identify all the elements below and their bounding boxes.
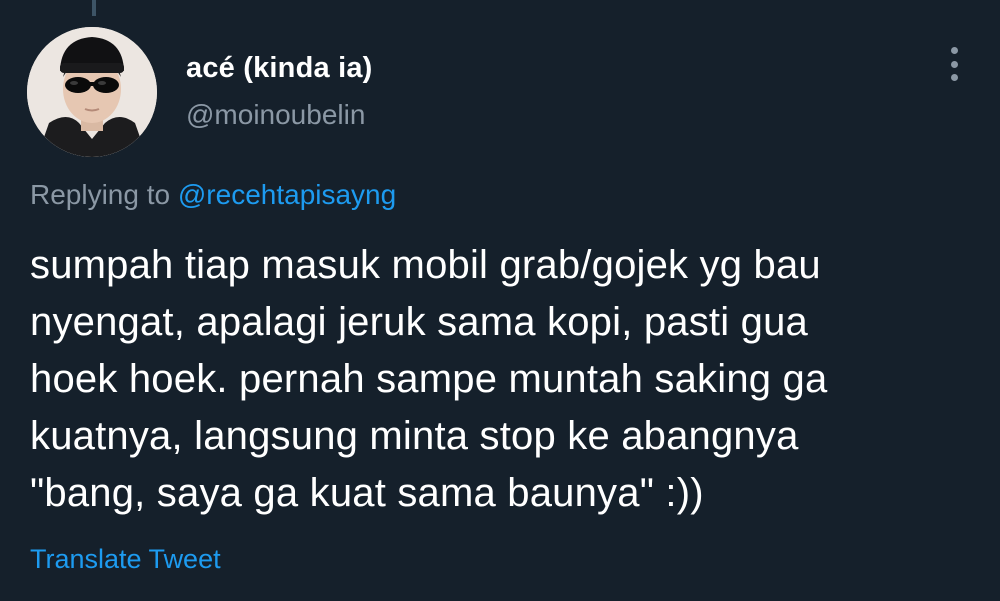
avatar[interactable] xyxy=(27,27,157,157)
reply-context-prefix: Replying to xyxy=(30,179,171,210)
tweet-text-line: "bang, saya ga kuat sama baunya" :)) xyxy=(30,471,704,515)
translate-tweet-link[interactable]: Translate Tweet xyxy=(30,544,221,575)
tweet-text-line: hoek hoek. pernah sampe muntah saking ga xyxy=(30,357,828,401)
author-handle[interactable]: @moinoubelin xyxy=(186,99,365,131)
more-vertical-icon-dot xyxy=(950,60,958,68)
more-vertical-icon xyxy=(950,47,958,54)
reply-mention-link[interactable]: @recehtapisayng xyxy=(178,179,396,210)
avatar-image xyxy=(27,27,157,157)
tweet-text-line: sumpah tiap masuk mobil grab/gojek yg ba… xyxy=(30,243,821,287)
tweet-text-line: nyengat, apalagi jeruk sama kopi, pasti … xyxy=(30,300,808,344)
author-display-name[interactable]: acé (kinda ia) xyxy=(186,52,373,85)
more-vertical-icon-dot xyxy=(950,74,958,81)
tweet-text-line: kuatnya, langsung minta stop ke abangnya xyxy=(30,414,799,458)
more-options-button[interactable] xyxy=(934,42,974,86)
tweet-text: sumpah tiap masuk mobil grab/gojek yg ba… xyxy=(30,237,980,522)
reply-context: Replying to @recehtapisayng xyxy=(30,179,396,211)
thread-connector-line xyxy=(92,0,96,16)
tweet-card: acé (kinda ia) @moinoubelin Replying to … xyxy=(0,0,1000,601)
